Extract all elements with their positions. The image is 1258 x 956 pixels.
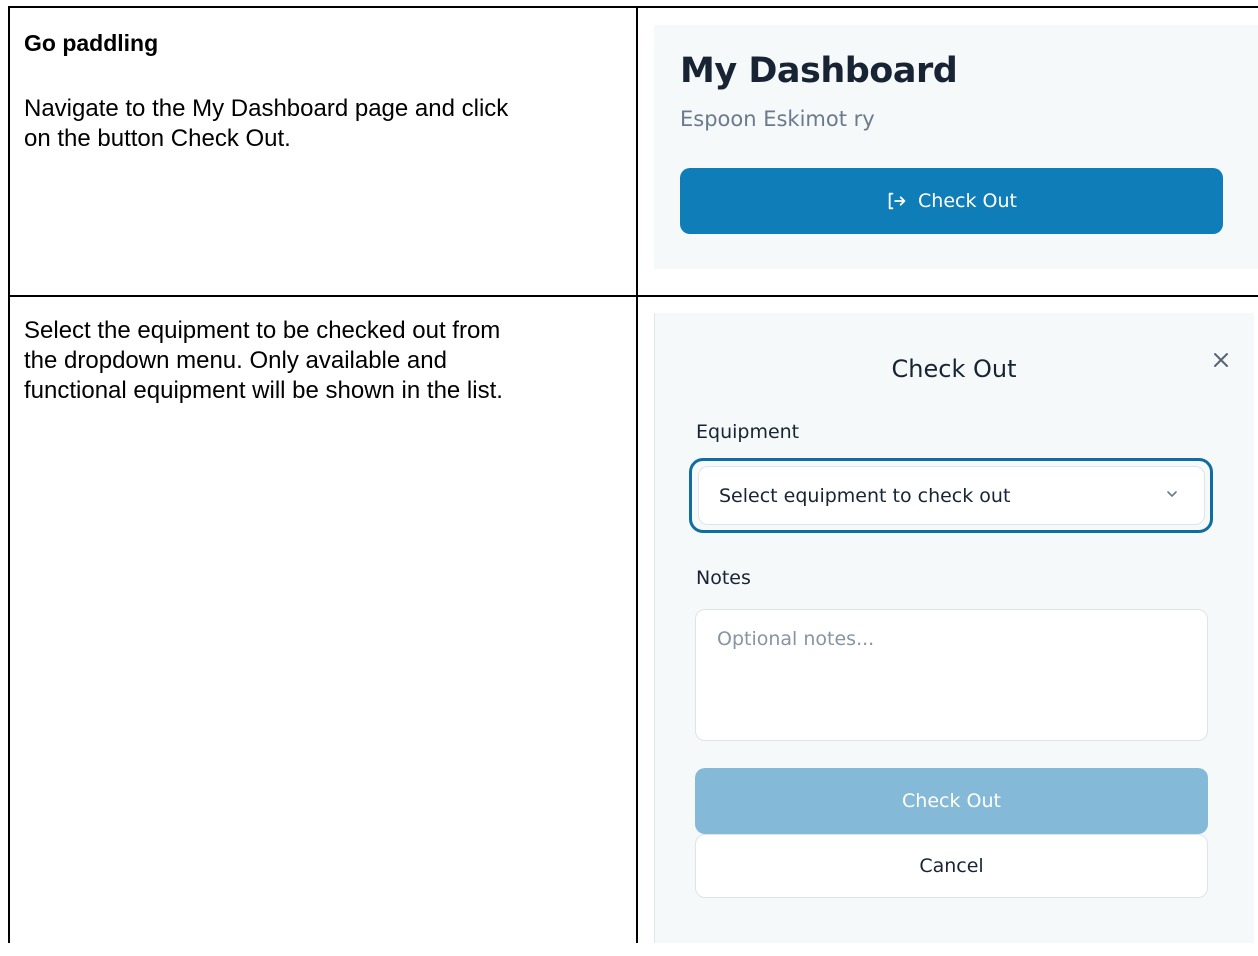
modal-left-edge <box>654 313 655 943</box>
instruction-line: the dropdown menu. Only available and <box>24 347 447 374</box>
notes-field[interactable]: Optional notes... <box>695 609 1208 741</box>
page-title: My Dashboard <box>680 51 958 91</box>
instruction-line: Select the equipment to be checked out f… <box>24 317 501 344</box>
modal-title: Check Out <box>891 355 1017 383</box>
log-out-icon <box>886 190 908 212</box>
cancel-button[interactable]: Cancel <box>695 834 1208 898</box>
cancel-button-label: Cancel <box>919 855 984 877</box>
table-border-left <box>8 6 10 943</box>
check-out-modal: Check Out Equipment Select equipment to … <box>654 313 1254 943</box>
dashboard-screenshot: My Dashboard Espoon Eskimot ry Check Out <box>654 25 1258 269</box>
notes-placeholder: Optional notes... <box>717 628 875 650</box>
close-icon[interactable] <box>1210 349 1232 371</box>
section-heading: Go paddling <box>24 30 159 56</box>
instruction-line: Navigate to the My Dashboard page and cl… <box>24 95 509 122</box>
equipment-label: Equipment <box>696 421 800 443</box>
equipment-select-focus-ring: Select equipment to check out <box>689 458 1213 533</box>
table-border-top <box>8 6 1258 8</box>
submit-check-out-button[interactable]: Check Out <box>695 768 1208 834</box>
check-out-button-label: Check Out <box>918 190 1017 212</box>
instruction-line: on the button Check Out. <box>24 125 291 152</box>
submit-button-label: Check Out <box>902 790 1001 812</box>
table-divider-row <box>8 295 1258 297</box>
organization-name: Espoon Eskimot ry <box>680 107 875 131</box>
table-divider-column <box>636 6 638 943</box>
equipment-select-value: Select equipment to check out <box>719 484 1011 507</box>
equipment-select[interactable]: Select equipment to check out <box>698 466 1205 525</box>
notes-label: Notes <box>696 567 751 589</box>
check-out-button[interactable]: Check Out <box>680 168 1223 234</box>
chevron-down-icon <box>1164 485 1180 507</box>
instruction-line: functional equipment will be shown in th… <box>24 377 503 404</box>
